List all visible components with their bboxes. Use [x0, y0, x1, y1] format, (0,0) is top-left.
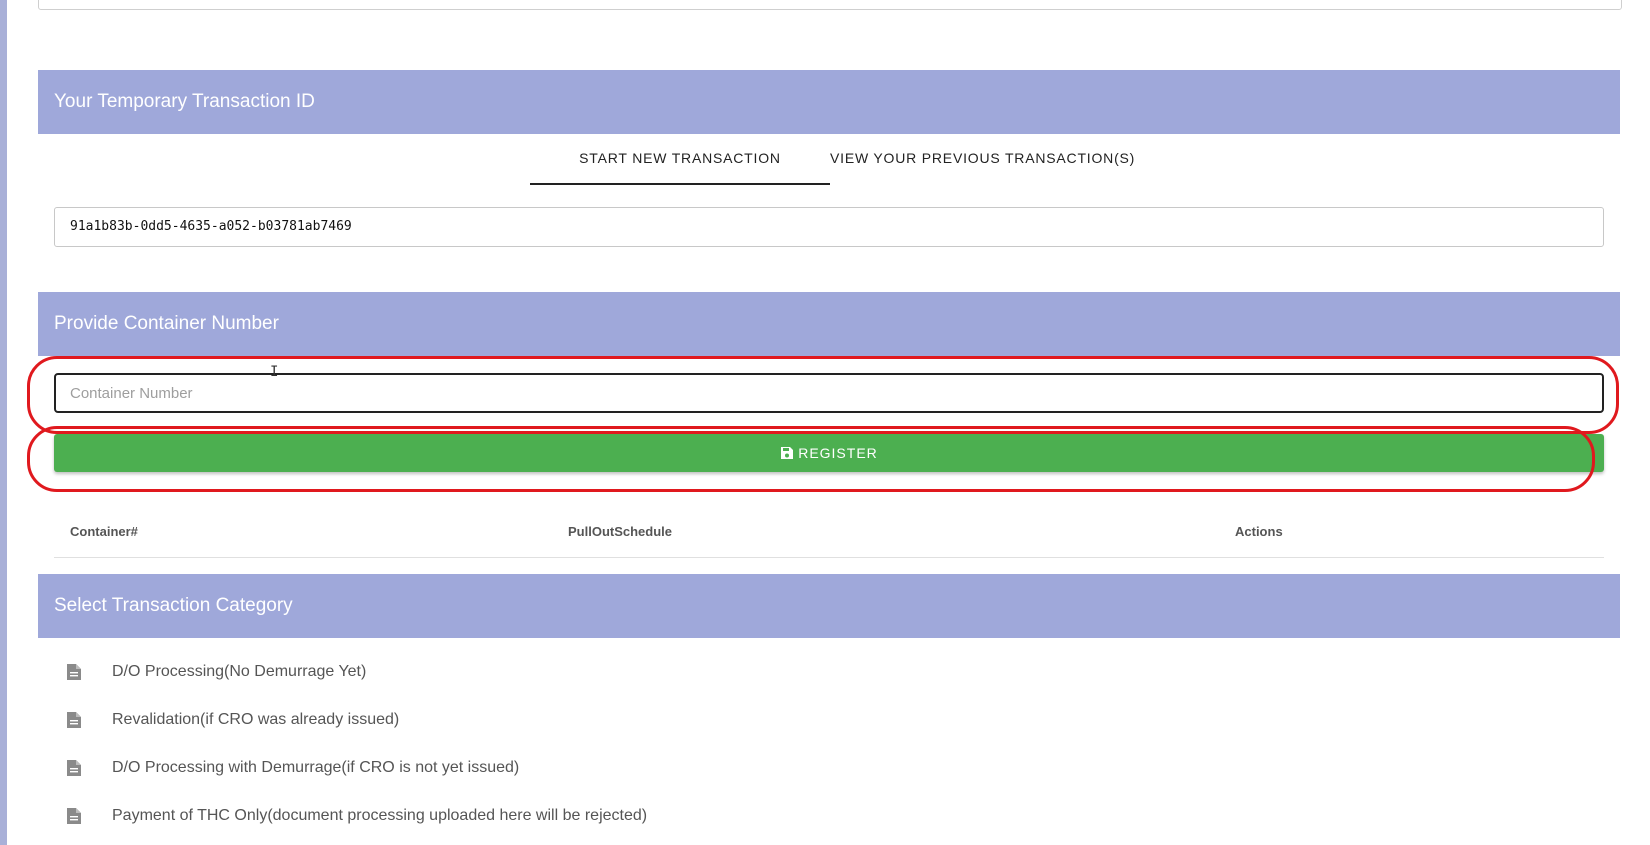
category-item-payment-thc[interactable]: Payment of THC Only(document processing … [38, 792, 1620, 840]
column-header-actions: Actions [1235, 524, 1283, 539]
transaction-category-list: D/O Processing(No Demurrage Yet) Revalid… [38, 648, 1620, 840]
transaction-id-field[interactable]: 91a1b83b-0dd5-4635-a052-b03781ab7469 [54, 207, 1604, 247]
tab-view-previous-transactions[interactable]: VIEW YOUR PREVIOUS TRANSACTION(S) [830, 140, 1135, 184]
category-item-do-processing[interactable]: D/O Processing(No Demurrage Yet) [38, 648, 1620, 696]
container-number-header: Provide Container Number [38, 292, 1620, 356]
save-icon [781, 447, 794, 459]
transaction-tabs: START NEW TRANSACTION VIEW YOUR PREVIOUS… [530, 140, 1135, 185]
document-icon [67, 712, 81, 728]
document-icon [67, 760, 81, 776]
category-label: Payment of THC Only(document processing … [112, 807, 648, 824]
register-button-label: REGISTER [798, 445, 878, 461]
column-header-container: Container# [70, 524, 138, 539]
register-button[interactable]: REGISTER [54, 434, 1604, 472]
column-header-pullout-schedule: PullOutSchedule [568, 524, 673, 539]
category-label: D/O Processing(No Demurrage Yet) [112, 663, 367, 680]
category-item-revalidation[interactable]: Revalidation(if CRO was already issued) [38, 696, 1620, 744]
category-label: Revalidation(if CRO was already issued) [112, 711, 400, 728]
text-cursor-icon: I [270, 364, 279, 380]
transaction-id-header: Your Temporary Transaction ID [38, 70, 1620, 134]
container-number-input[interactable] [54, 373, 1604, 413]
container-table-header: Container# PullOutSchedule Actions [54, 510, 1604, 558]
category-item-do-processing-demurrage[interactable]: D/O Processing with Demurrage(if CRO is … [38, 744, 1620, 792]
document-icon [67, 808, 81, 824]
tab-start-new-transaction[interactable]: START NEW TRANSACTION [530, 140, 830, 185]
left-edge-strip [0, 0, 7, 845]
transaction-category-header: Select Transaction Category [38, 574, 1620, 638]
document-icon [67, 664, 81, 680]
top-field-fragment [38, 0, 1622, 10]
category-label: D/O Processing with Demurrage(if CRO is … [112, 759, 520, 776]
